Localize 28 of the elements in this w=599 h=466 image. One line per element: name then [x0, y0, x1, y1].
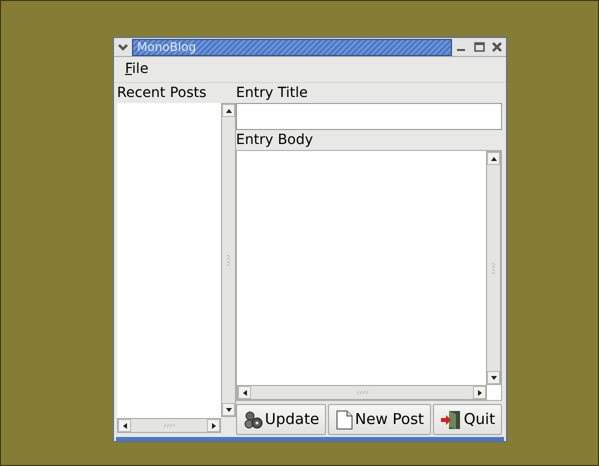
grip-icon[interactable] — [491, 262, 496, 274]
document-icon — [335, 410, 354, 430]
scroll-down-icon[interactable] — [487, 371, 500, 384]
panel-label: Recent Posts — [117, 84, 208, 103]
scroll-up-icon[interactable] — [487, 152, 500, 165]
grip-icon[interactable] — [163, 423, 175, 428]
grip-icon[interactable] — [356, 390, 368, 395]
window-title: MonoBlog — [132, 38, 452, 56]
gears-icon — [242, 410, 263, 430]
scroll-left-icon[interactable] — [118, 419, 131, 432]
horizontal-scrollbar[interactable] — [237, 385, 487, 400]
new-post-button[interactable]: New Post — [328, 404, 431, 435]
field-label: Entry Body — [236, 131, 314, 150]
scroll-left-icon[interactable] — [238, 386, 251, 399]
update-button[interactable]: Update — [236, 404, 326, 435]
scroll-up-icon[interactable] — [222, 104, 235, 117]
scroll-right-icon[interactable] — [473, 386, 486, 399]
horizontal-scrollbar[interactable] — [117, 418, 221, 433]
scroll-down-icon[interactable] — [222, 403, 235, 416]
vertical-scrollbar[interactable] — [221, 103, 236, 417]
quit-button[interactable]: Quit — [432, 404, 502, 435]
menu-item[interactable]: File — [125, 59, 148, 80]
title-input-field[interactable] — [236, 103, 502, 130]
door-arrow-icon — [440, 410, 462, 430]
grip-icon[interactable] — [226, 254, 231, 266]
vertical-scrollbar[interactable] — [486, 151, 501, 385]
field-label: Entry Title — [236, 84, 309, 103]
scroll-right-icon[interactable] — [207, 419, 220, 432]
